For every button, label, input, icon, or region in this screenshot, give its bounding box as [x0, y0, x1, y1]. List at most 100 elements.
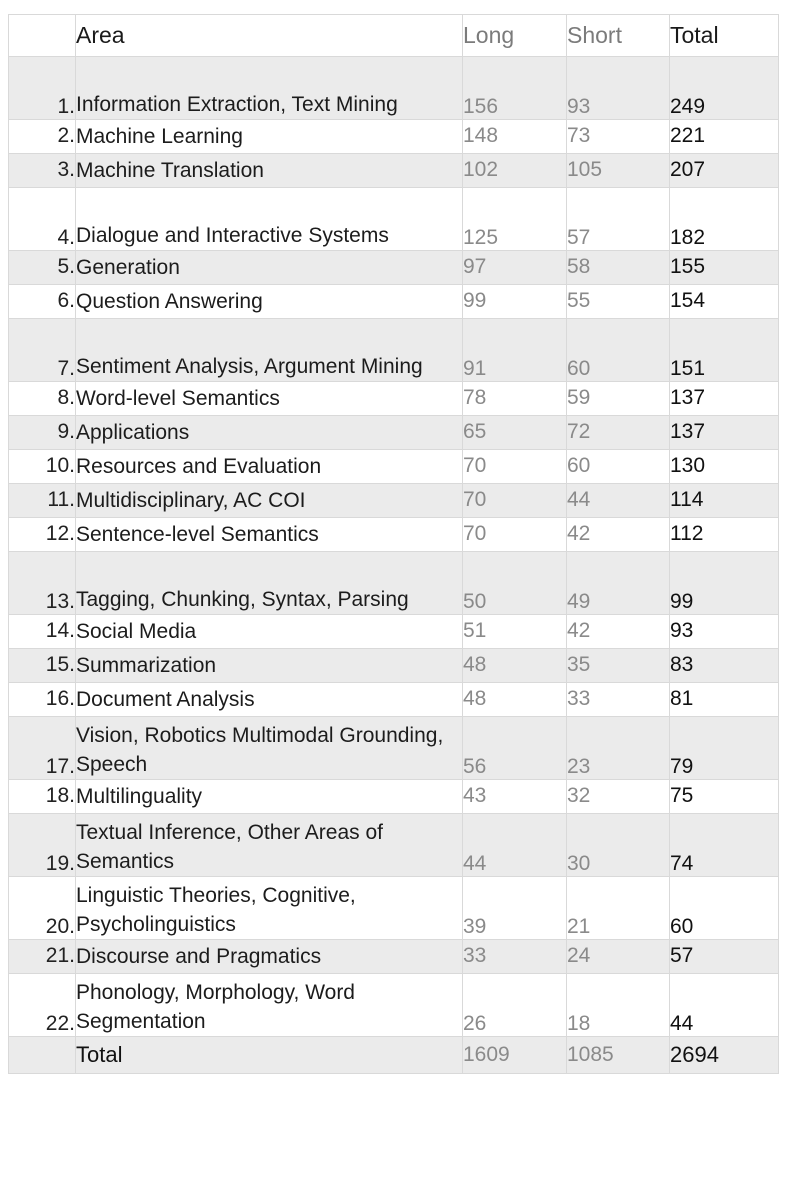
table-total-row: Total 1609 1085 2694 — [8, 1036, 779, 1074]
row-area-name: Linguistic Theories, Cognitive, Psycholi… — [75, 876, 463, 940]
row-total-count: 207 — [669, 153, 779, 188]
row-area-name: Multidisciplinary, AC COI — [75, 483, 463, 518]
row-short-count: 49 — [566, 551, 670, 615]
row-long-count: 65 — [462, 415, 567, 450]
row-short-count: 30 — [566, 813, 670, 877]
table-container: Area Long Short Total 1. Information Extr… — [8, 14, 779, 1074]
column-header-total: Total — [669, 14, 779, 57]
row-index: 16. — [8, 682, 76, 717]
row-short-count: 44 — [566, 483, 670, 518]
row-short-count: 33 — [566, 682, 670, 717]
table-body: 1. Information Extraction, Text Mining 156… — [8, 56, 779, 1037]
row-area-name: Applications — [75, 415, 463, 450]
row-long-count: 70 — [462, 517, 567, 552]
row-total-count: 44 — [669, 973, 779, 1037]
table-row: 5. Generation 97 58 155 — [8, 250, 779, 285]
row-total-count: 75 — [669, 779, 779, 814]
row-long-count: 102 — [462, 153, 567, 188]
row-index: 13. — [8, 551, 76, 615]
total-row-label: Total — [75, 1036, 463, 1074]
row-long-count: 43 — [462, 779, 567, 814]
column-header-index — [8, 14, 76, 57]
row-area-name: Phonology, Morphology, Word Segmentation — [75, 973, 463, 1037]
row-total-count: 93 — [669, 614, 779, 649]
row-long-count: 48 — [462, 682, 567, 717]
row-area-name: Sentence-level Semantics — [75, 517, 463, 552]
row-index: 3. — [8, 153, 76, 188]
row-area-name: Discourse and Pragmatics — [75, 939, 463, 974]
table-row: 9. Applications 65 72 137 — [8, 415, 779, 450]
row-total-count: 221 — [669, 119, 779, 154]
row-long-count: 70 — [462, 449, 567, 484]
table-row: 15. Summarization 48 35 83 — [8, 648, 779, 683]
row-total-count: 151 — [669, 318, 779, 382]
row-index: 15. — [8, 648, 76, 683]
row-area-name: Machine Translation — [75, 153, 463, 188]
row-short-count: 60 — [566, 449, 670, 484]
total-row-long: 1609 — [462, 1036, 567, 1074]
row-long-count: 51 — [462, 614, 567, 649]
row-area-name: Sentiment Analysis, Argument Mining — [75, 318, 463, 382]
row-area-name: Machine Learning — [75, 119, 463, 154]
row-total-count: 182 — [669, 187, 779, 251]
row-index: 21. — [8, 939, 76, 974]
row-short-count: 23 — [566, 716, 670, 780]
row-index: 11. — [8, 483, 76, 518]
row-index: 18. — [8, 779, 76, 814]
table-row: 19. Textual Inference, Other Areas of Sem… — [8, 813, 779, 877]
row-area-name: Resources and Evaluation — [75, 449, 463, 484]
row-index: 19. — [8, 813, 76, 877]
table-row: 10. Resources and Evaluation 70 60 130 — [8, 449, 779, 484]
row-area-name: Word-level Semantics — [75, 381, 463, 416]
row-total-count: 154 — [669, 284, 779, 319]
row-area-name: Generation — [75, 250, 463, 285]
table-row: 2. Machine Learning 148 73 221 — [8, 119, 779, 154]
row-short-count: 42 — [566, 614, 670, 649]
row-total-count: 79 — [669, 716, 779, 780]
table-row: 12. Sentence-level Semantics 70 42 112 — [8, 517, 779, 552]
table-row: 17. Vision, Robotics Multimodal Grounding… — [8, 716, 779, 780]
row-area-name: Document Analysis — [75, 682, 463, 717]
row-short-count: 59 — [566, 381, 670, 416]
table-row: 16. Document Analysis 48 33 81 — [8, 682, 779, 717]
table-row: 20. Linguistic Theories, Cognitive, Psych… — [8, 876, 779, 940]
row-short-count: 21 — [566, 876, 670, 940]
total-row-short: 1085 — [566, 1036, 670, 1074]
row-total-count: 114 — [669, 483, 779, 518]
row-total-count: 99 — [669, 551, 779, 615]
row-long-count: 70 — [462, 483, 567, 518]
row-index: 6. — [8, 284, 76, 319]
row-total-count: 83 — [669, 648, 779, 683]
row-total-count: 57 — [669, 939, 779, 974]
row-index: 5. — [8, 250, 76, 285]
row-area-name: Question Answering — [75, 284, 463, 319]
row-total-count: 137 — [669, 381, 779, 416]
row-long-count: 26 — [462, 973, 567, 1037]
table-row: 22. Phonology, Morphology, Word Segmentat… — [8, 973, 779, 1037]
page-root: Area Long Short Total 1. Information Extr… — [0, 0, 790, 1192]
table-row: 13. Tagging, Chunking, Syntax, Parsing 50 4… — [8, 551, 779, 615]
row-short-count: 73 — [566, 119, 670, 154]
row-total-count: 74 — [669, 813, 779, 877]
total-row-index-blank — [8, 1036, 76, 1074]
row-short-count: 72 — [566, 415, 670, 450]
row-total-count: 81 — [669, 682, 779, 717]
row-area-name: Vision, Robotics Multimodal Grounding, S… — [75, 716, 463, 780]
row-area-name: Multilinguality — [75, 779, 463, 814]
row-short-count: 42 — [566, 517, 670, 552]
row-short-count: 60 — [566, 318, 670, 382]
row-long-count: 125 — [462, 187, 567, 251]
row-long-count: 148 — [462, 119, 567, 154]
row-total-count: 130 — [669, 449, 779, 484]
row-short-count: 58 — [566, 250, 670, 285]
row-long-count: 39 — [462, 876, 567, 940]
row-short-count: 57 — [566, 187, 670, 251]
row-total-count: 137 — [669, 415, 779, 450]
row-index: 7. — [8, 318, 76, 382]
row-long-count: 78 — [462, 381, 567, 416]
table-row: 1. Information Extraction, Text Mining 156… — [8, 56, 779, 120]
table-row: 11. Multidisciplinary, AC COI 70 44 114 — [8, 483, 779, 518]
row-index: 12. — [8, 517, 76, 552]
row-index: 17. — [8, 716, 76, 780]
row-total-count: 155 — [669, 250, 779, 285]
